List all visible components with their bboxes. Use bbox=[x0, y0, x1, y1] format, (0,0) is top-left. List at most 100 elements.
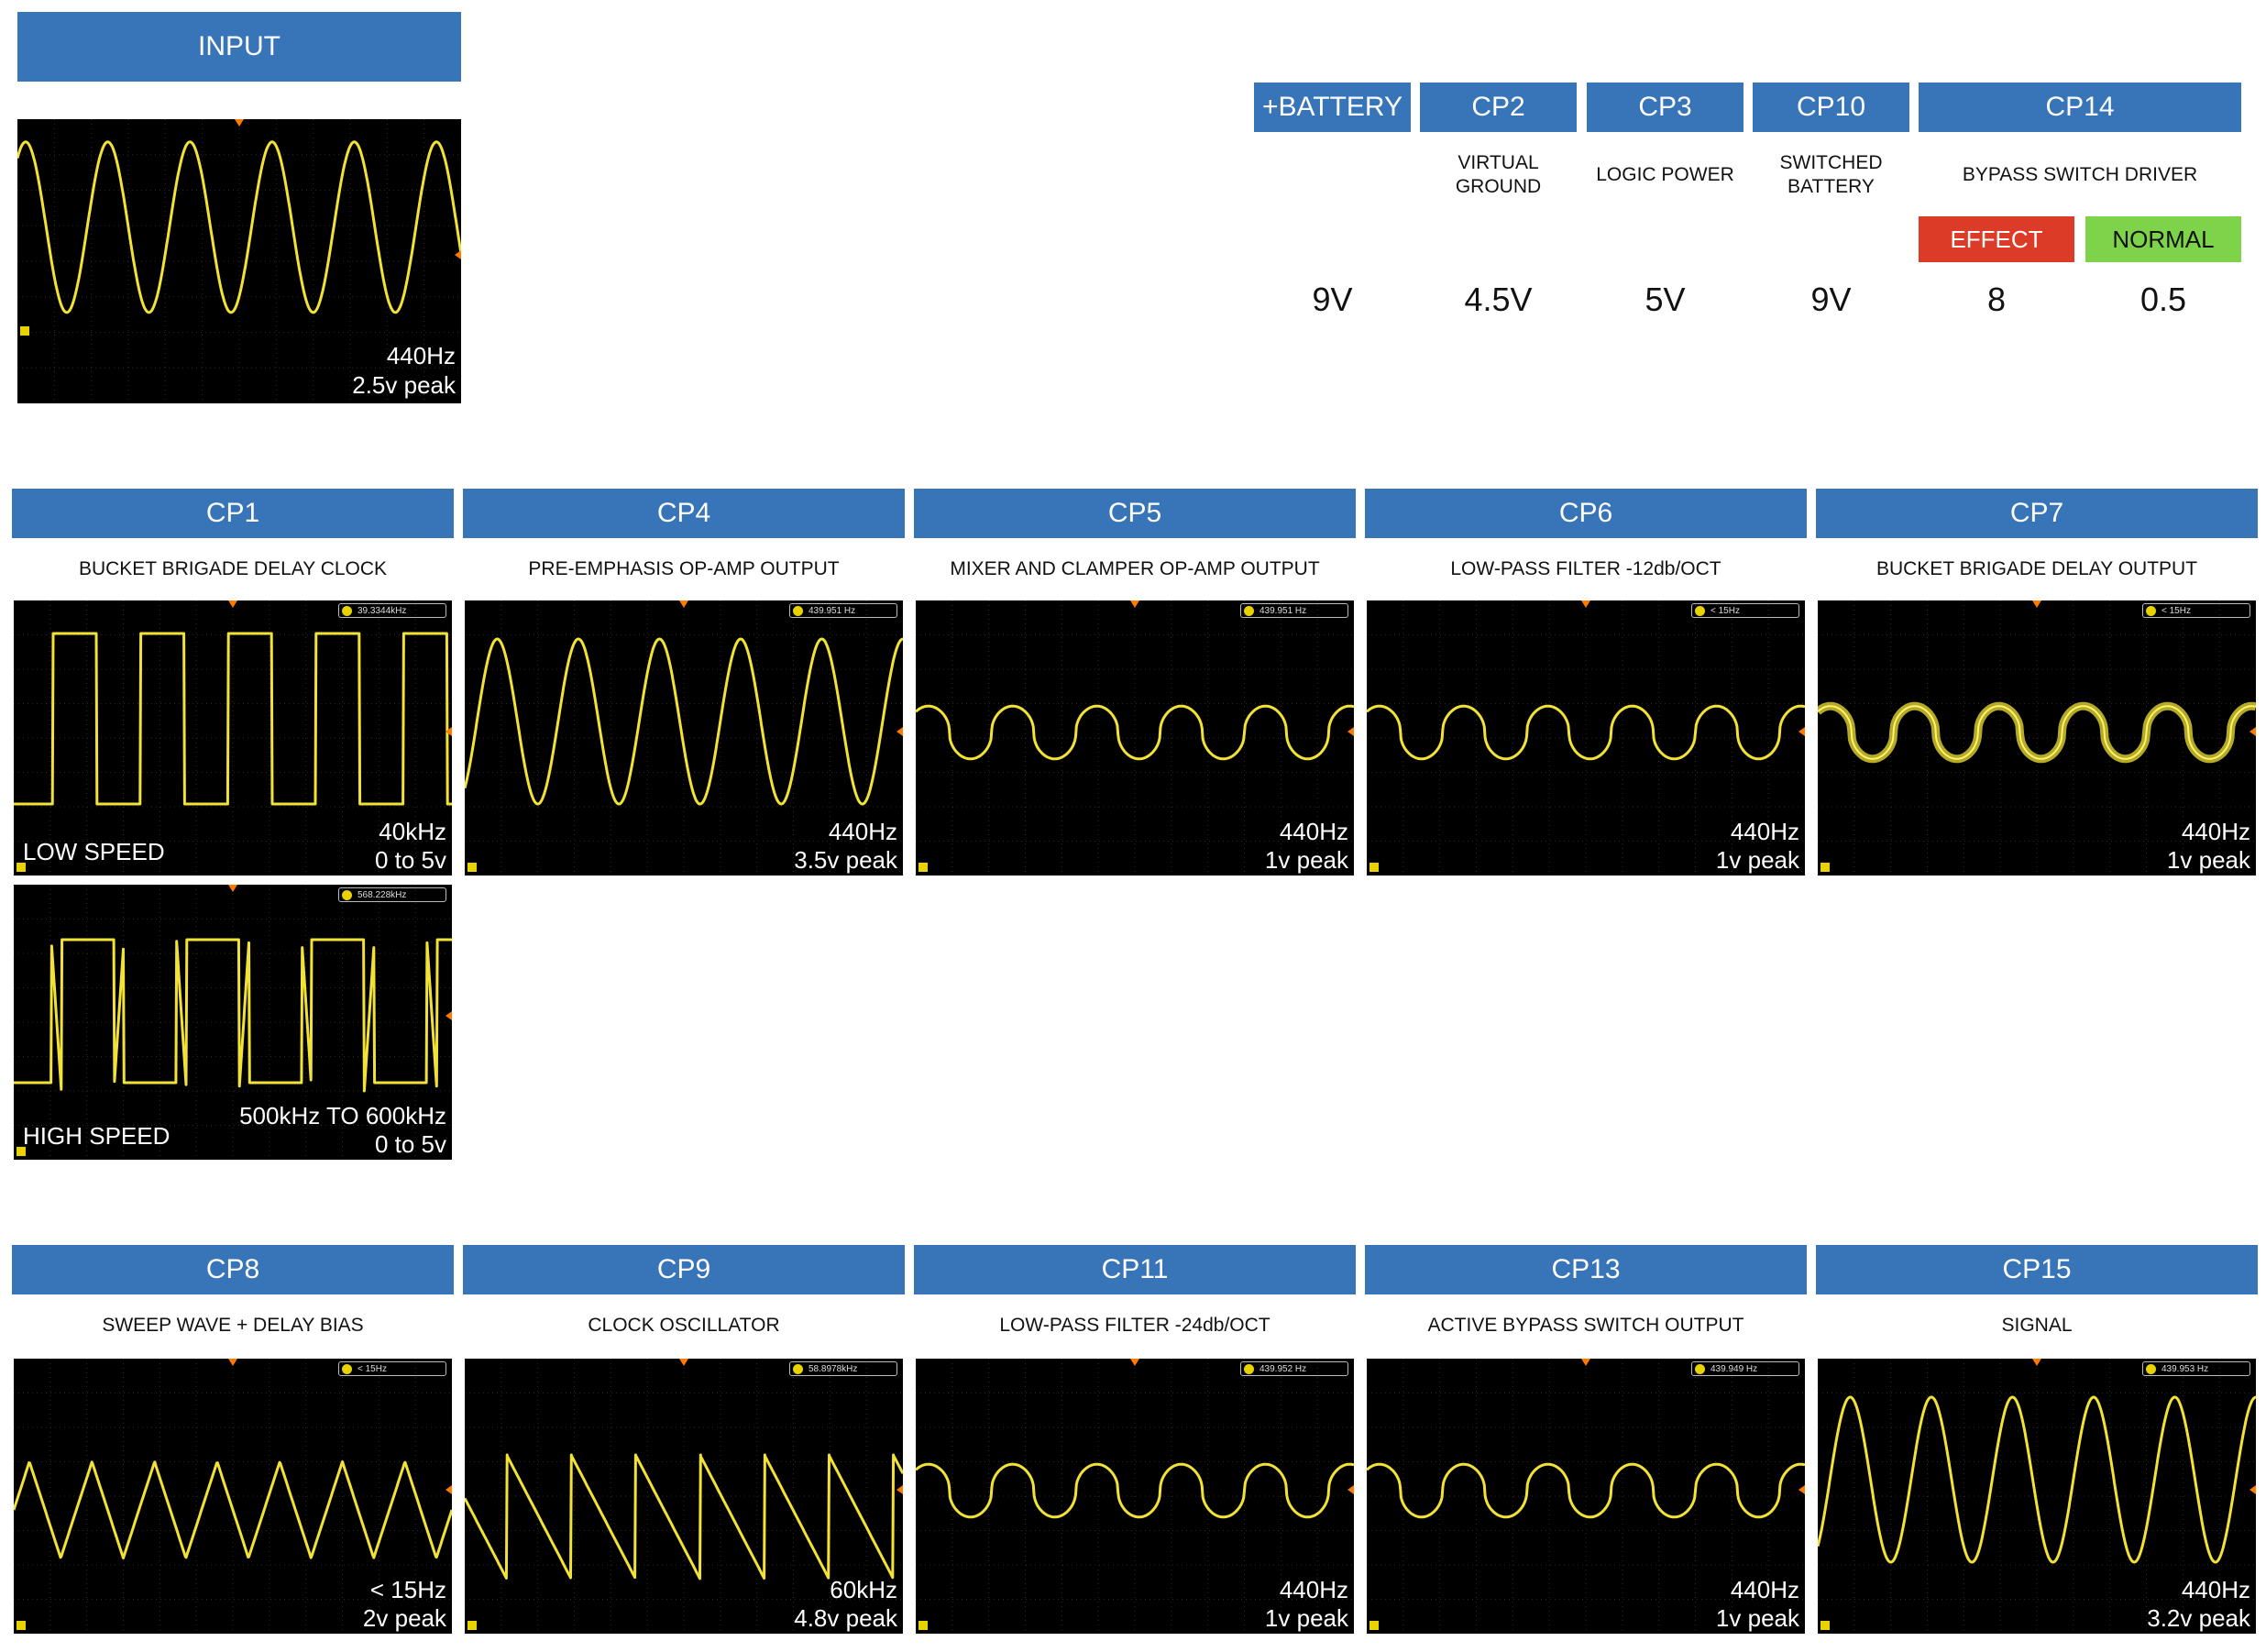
cp8-scope-freq-badge: < 15Hz bbox=[338, 1361, 446, 1376]
cp2-desc: VIRTUAL GROUND bbox=[1455, 152, 1542, 197]
trigger-position-icon bbox=[679, 600, 688, 608]
cp7-scope-label-1: 440Hz bbox=[2181, 818, 2250, 845]
cp15-header: CP15 bbox=[1816, 1245, 2258, 1294]
input-scope: 440Hz 2.5v peak bbox=[17, 119, 461, 403]
cp1-high-speed-freq-badge-text: 568.228kHz bbox=[358, 890, 407, 900]
cp15-desc: SIGNAL bbox=[2001, 1315, 2073, 1336]
cp9-scope-freq-badge-text: 58.8978kHz bbox=[808, 1364, 858, 1374]
waveform-trace bbox=[916, 704, 1354, 761]
effect-label-text: EFFECT bbox=[1950, 225, 2043, 253]
channel-icon bbox=[2146, 606, 2156, 616]
cp15-scope-freq-badge: 439.953 Hz bbox=[2142, 1361, 2250, 1376]
cp14-effect-voltage: 8 bbox=[1986, 281, 2007, 318]
ground-marker-icon bbox=[20, 326, 29, 336]
cp14-desc: BYPASS SWITCH DRIVER bbox=[1962, 164, 2198, 185]
cp2-header: CP2 bbox=[1420, 83, 1577, 132]
cp6-scope: < 15Hz 440Hz 1v peak bbox=[1367, 600, 1805, 876]
cp15-scope-label-2: 3.2v peak bbox=[2147, 1604, 2250, 1632]
cp6-scope-label-1: 440Hz bbox=[1730, 818, 1799, 845]
input-peak-label: 2.5v peak bbox=[352, 371, 456, 399]
waveform-trace bbox=[14, 1460, 452, 1559]
cp5-title: CP5 bbox=[1107, 498, 1162, 528]
cp13-scope-label-2: 1v peak bbox=[1715, 1604, 1799, 1632]
cp5-scope-freq-badge: 439.951 Hz bbox=[1240, 603, 1348, 618]
cp6-scope-freq-badge-text: < 15Hz bbox=[1710, 606, 1740, 616]
trigger-position-icon bbox=[2032, 1359, 2041, 1366]
cp2-voltage: 4.5V bbox=[1464, 281, 1533, 318]
cp15-scope-freq-badge-text: 439.953 Hz bbox=[2162, 1364, 2209, 1374]
cp1-title: CP1 bbox=[205, 498, 260, 528]
cp11-desc: LOW-PASS FILTER -24db/OCT bbox=[999, 1315, 1270, 1336]
trigger-position-icon bbox=[1130, 1359, 1139, 1366]
cp3-header: CP3 bbox=[1587, 83, 1744, 132]
channel-icon bbox=[1244, 606, 1254, 616]
trigger-position-icon bbox=[1581, 600, 1590, 608]
cp5-desc: MIXER AND CLAMPER OP-AMP OUTPUT bbox=[950, 558, 1320, 579]
trigger-level-icon bbox=[896, 727, 903, 736]
cp1-header: CP1 bbox=[12, 489, 454, 538]
trigger-position-icon bbox=[235, 119, 244, 127]
cp1-desc: BUCKET BRIGADE DELAY CLOCK bbox=[78, 558, 388, 579]
cp4-desc: PRE-EMPHASIS OP-AMP OUTPUT bbox=[528, 558, 840, 579]
cp4-scope-freq-badge-text: 439.951 Hz bbox=[808, 606, 856, 616]
cp6-scope-freq-badge: < 15Hz bbox=[1691, 603, 1799, 618]
cp4-scope-label-2: 3.5v peak bbox=[794, 846, 897, 874]
cp1-low-speed-freq-badge-text: 39.3344kHz bbox=[358, 606, 407, 616]
normal-label-text: NORMAL bbox=[2112, 225, 2215, 253]
cp9-scope-freq-badge: 58.8978kHz bbox=[789, 1361, 897, 1376]
ground-marker-icon bbox=[16, 1621, 26, 1630]
waveform-trace bbox=[916, 1462, 1354, 1519]
ground-marker-icon bbox=[16, 863, 26, 872]
cp11-scope-label-2: 1v peak bbox=[1264, 1604, 1348, 1632]
cp3-voltage: 5V bbox=[1644, 281, 1686, 318]
cp6-desc: LOW-PASS FILTER -12db/OCT bbox=[1450, 558, 1722, 579]
waveform-trace bbox=[14, 632, 452, 806]
cp7-header: CP7 bbox=[1816, 489, 2258, 538]
cp1-low-speed-side-label: LOW SPEED bbox=[23, 838, 165, 865]
cp8-desc: SWEEP WAVE + DELAY BIAS bbox=[102, 1315, 364, 1336]
cp7-title: CP7 bbox=[2009, 498, 2064, 528]
cp9-header: CP9 bbox=[463, 1245, 905, 1294]
cp1-low-speed: 39.3344kHz 40kHz 0 to 5v LOW SPEED bbox=[14, 600, 452, 876]
cp3-desc: LOGIC POWER bbox=[1596, 164, 1734, 185]
waveform-trace bbox=[17, 140, 461, 314]
cp7-scope: < 15Hz 440Hz 1v peak bbox=[1818, 600, 2256, 876]
cp5-header: CP5 bbox=[914, 489, 1356, 538]
ground-marker-icon bbox=[1370, 863, 1379, 872]
cp4-header: CP4 bbox=[463, 489, 905, 538]
cp8-scope-label-2: 2v peak bbox=[362, 1604, 446, 1632]
channel-icon bbox=[793, 1364, 803, 1374]
cp5-scope: 439.951 Hz 440Hz 1v peak bbox=[916, 600, 1354, 876]
input-header: INPUT bbox=[17, 12, 461, 82]
cp3-title: CP3 bbox=[1638, 92, 1692, 122]
cp13-title: CP13 bbox=[1551, 1254, 1621, 1284]
cp11-scope-freq-badge: 439.952 Hz bbox=[1240, 1361, 1348, 1376]
cp11-scope-label-1: 440Hz bbox=[1279, 1576, 1348, 1603]
input-freq-label: 440Hz bbox=[386, 342, 456, 369]
cp14-normal-voltage: 0.5 bbox=[2140, 281, 2187, 318]
channel-icon bbox=[1695, 1364, 1705, 1374]
waveform-trace bbox=[1367, 704, 1805, 761]
cp14-title: CP14 bbox=[2045, 92, 2115, 122]
trigger-position-icon bbox=[679, 1359, 688, 1366]
cp7-scope-freq-badge-text: < 15Hz bbox=[2162, 606, 2191, 616]
ground-marker-icon bbox=[468, 863, 477, 872]
trigger-position-icon bbox=[1581, 1359, 1590, 1366]
cp15-title: CP15 bbox=[2002, 1254, 2072, 1284]
cp14-header: CP14 bbox=[1919, 83, 2241, 132]
cp1-high-speed-label-1: 500kHz TO 600kHz bbox=[239, 1102, 446, 1129]
waveform-trace bbox=[1818, 701, 2256, 764]
cp1-high-speed-label-2: 0 to 5v bbox=[374, 1130, 446, 1158]
cp9-title: CP9 bbox=[656, 1254, 711, 1284]
cp1-high-speed: 568.228kHz 500kHz TO 600kHz 0 to 5v HIGH SP… bbox=[14, 885, 452, 1160]
cp9-scope: 58.8978kHz 60kHz 4.8v peak bbox=[465, 1359, 903, 1634]
trigger-level-icon bbox=[2250, 1485, 2256, 1494]
cp8-scope-freq-badge-text: < 15Hz bbox=[358, 1364, 387, 1374]
channel-icon bbox=[2146, 1364, 2156, 1374]
cp7-desc: BUCKET BRIGADE DELAY OUTPUT bbox=[1876, 558, 2198, 579]
cp1-low-speed-freq-badge: 39.3344kHz bbox=[338, 603, 446, 618]
cp13-scope: 439.949 Hz 440Hz 1v peak bbox=[1367, 1359, 1805, 1634]
input-title: INPUT bbox=[198, 31, 280, 61]
cp9-scope-label-2: 4.8v peak bbox=[794, 1604, 897, 1632]
cp8-scope: < 15Hz < 15Hz 2v peak bbox=[14, 1359, 452, 1634]
